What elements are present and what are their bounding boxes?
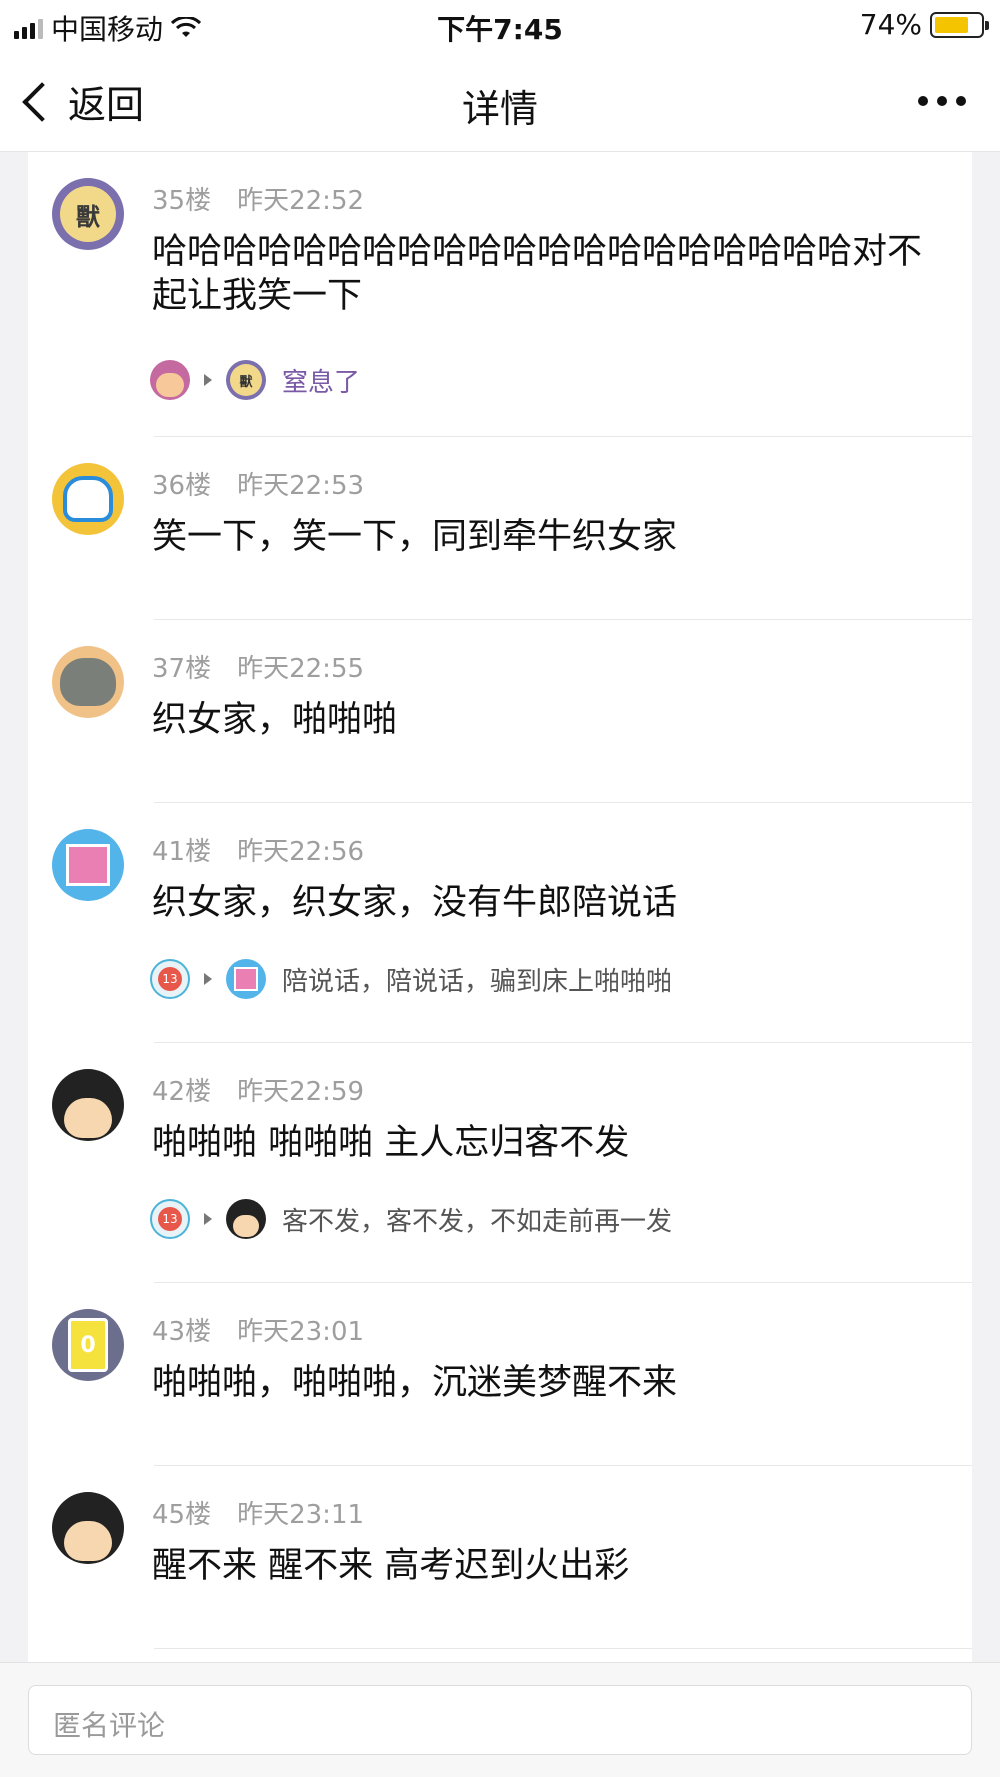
reply-line[interactable]: 13 陪说话，陪说话，骗到床上啪啪啪 [150, 959, 672, 999]
more-dot-icon [956, 96, 966, 106]
comment-time: 昨天22:55 [237, 654, 365, 684]
reply-target-avatar: 獸 [226, 360, 266, 400]
floor-number: 41楼 [152, 837, 212, 867]
divider [154, 1648, 972, 1649]
comment-text: 织女家，啪啪啪 [152, 700, 398, 740]
comment-time: 昨天23:01 [237, 1317, 365, 1347]
avatar[interactable] [52, 1492, 124, 1564]
reply-text: 陪说话，陪说话，骗到床上啪啪啪 [282, 966, 673, 997]
battery-percent: 74% [859, 8, 922, 41]
comment-time: 昨天22:52 [237, 186, 365, 216]
comment-item: 0 43楼 昨天23:01 啪啪啪，啪啪啪，沉迷美梦醒不来 [28, 1283, 972, 1466]
page-title: 详情 [461, 87, 538, 131]
floor-number: 35楼 [152, 186, 212, 216]
floor-number: 43楼 [152, 1317, 212, 1347]
comment-text: 啪啪啪，啪啪啪，沉迷美梦醒不来 [152, 1363, 678, 1403]
comment-meta: 43楼 昨天23:01 [152, 1311, 364, 1348]
comment-list: 獸 35楼 昨天22:52 哈哈哈哈哈哈哈哈哈哈哈哈哈哈哈哈哈哈哈哈对不起让我笑… [28, 152, 972, 1662]
comment-text: 醒不来 醒不来 高考迟到火出彩 [152, 1546, 630, 1586]
comment-item: 41楼 昨天22:56 织女家，织女家，没有牛郎陪说话 13 陪说话，陪说话，骗… [28, 803, 972, 1043]
status-bar: 中国移动 下午7:45 74% [0, 0, 1000, 52]
status-time: 下午7:45 [437, 13, 563, 46]
battery-fill [935, 16, 968, 33]
status-right: 74% [859, 8, 989, 41]
comment-time: 昨天22:56 [237, 837, 365, 867]
comment-item: 42楼 昨天22:59 啪啪啪 啪啪啪 主人忘归客不发 13 客不发，客不发，不… [28, 1043, 972, 1283]
comment-meta: 35楼 昨天22:52 [152, 180, 364, 217]
more-button[interactable] [918, 96, 966, 106]
avatar[interactable] [52, 463, 124, 535]
comment-item: 45楼 昨天23:11 醒不来 醒不来 高考迟到火出彩 [28, 1466, 972, 1649]
comment-bar: 匿名评论 [0, 1662, 1000, 1777]
reply-text: 窒息了 [282, 367, 361, 398]
avatar-glyph: 獸 [60, 186, 116, 242]
reply-arrow-icon [204, 973, 212, 985]
reply-line[interactable]: 獸 窒息了 [150, 360, 360, 400]
battery-icon [930, 11, 989, 38]
comment-text: 织女家，织女家，没有牛郎陪说话 [152, 883, 678, 923]
reply-arrow-icon [204, 1213, 212, 1225]
avatar[interactable]: 獸 [52, 178, 124, 250]
reply-text: 客不发，客不发，不如走前再一发 [282, 1206, 673, 1237]
reply-target-avatar [226, 1199, 266, 1239]
floor-number: 42楼 [152, 1077, 212, 1107]
comment-item: 36楼 昨天22:53 笑一下，笑一下，同到牵牛织女家 [28, 437, 972, 620]
nav-bar: 返回 详情 [0, 52, 1000, 152]
avatar-glyph: 0 [68, 1318, 108, 1372]
floor-number: 45楼 [152, 1500, 212, 1530]
comment-input[interactable]: 匿名评论 [28, 1685, 972, 1755]
reply-arrow-icon [204, 374, 212, 386]
reply-line[interactable]: 13 客不发，客不发，不如走前再一发 [150, 1199, 672, 1239]
avatar[interactable] [52, 1069, 124, 1141]
comment-meta: 41楼 昨天22:56 [152, 831, 364, 868]
comment-text: 啪啪啪 啪啪啪 主人忘归客不发 [152, 1123, 630, 1163]
comment-item: 37楼 昨天22:55 织女家，啪啪啪 [28, 620, 972, 803]
comment-meta: 37楼 昨天22:55 [152, 648, 364, 685]
comment-meta: 36楼 昨天22:53 [152, 465, 364, 502]
reply-target-avatar [226, 959, 266, 999]
reply-avatar: 13 [150, 959, 190, 999]
reply-avatar: 13 [150, 1199, 190, 1239]
more-dot-icon [937, 96, 947, 106]
avatar[interactable] [52, 829, 124, 901]
comment-text: 哈哈哈哈哈哈哈哈哈哈哈哈哈哈哈哈哈哈哈哈对不起让我笑一下 [152, 232, 923, 316]
floor-number: 37楼 [152, 654, 212, 684]
floor-number: 36楼 [152, 471, 212, 501]
comment-time: 昨天22:59 [237, 1077, 365, 1107]
comment-meta: 45楼 昨天23:11 [152, 1494, 364, 1531]
more-dot-icon [918, 96, 928, 106]
avatar[interactable]: 0 [52, 1309, 124, 1381]
avatar[interactable] [52, 646, 124, 718]
comment-time: 昨天22:53 [237, 471, 365, 501]
comment-time: 昨天23:11 [237, 1500, 365, 1530]
comment-meta: 42楼 昨天22:59 [152, 1071, 364, 1108]
comment-text: 笑一下，笑一下，同到牵牛织女家 [152, 517, 678, 557]
comment-item: 獸 35楼 昨天22:52 哈哈哈哈哈哈哈哈哈哈哈哈哈哈哈哈哈哈哈哈对不起让我笑… [28, 152, 972, 437]
reply-avatar [150, 360, 190, 400]
